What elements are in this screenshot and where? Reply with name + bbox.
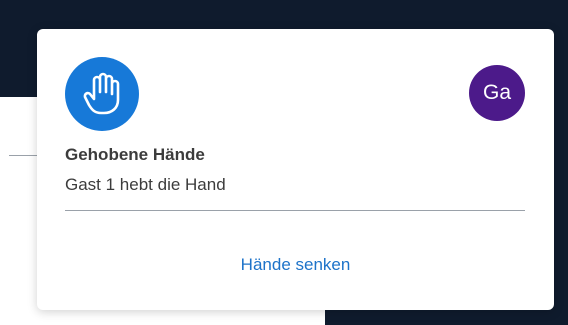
raised-hand-icon: [83, 72, 120, 115]
popup-title: Gehobene Hände: [65, 145, 205, 164]
background-right-strip: [553, 0, 568, 325]
raised-hand-badge: [65, 57, 139, 131]
raised-hands-popup: Ga Gehobene Hände Gast 1 hebt die Hand H…: [37, 29, 554, 310]
background-left-panel: [0, 97, 40, 325]
popup-message: Gast 1 hebt die Hand: [65, 175, 226, 194]
avatar: Ga: [469, 65, 525, 121]
lower-hands-button[interactable]: Hände senken: [37, 255, 554, 275]
divider: [65, 210, 525, 211]
background-divider: [9, 155, 37, 156]
